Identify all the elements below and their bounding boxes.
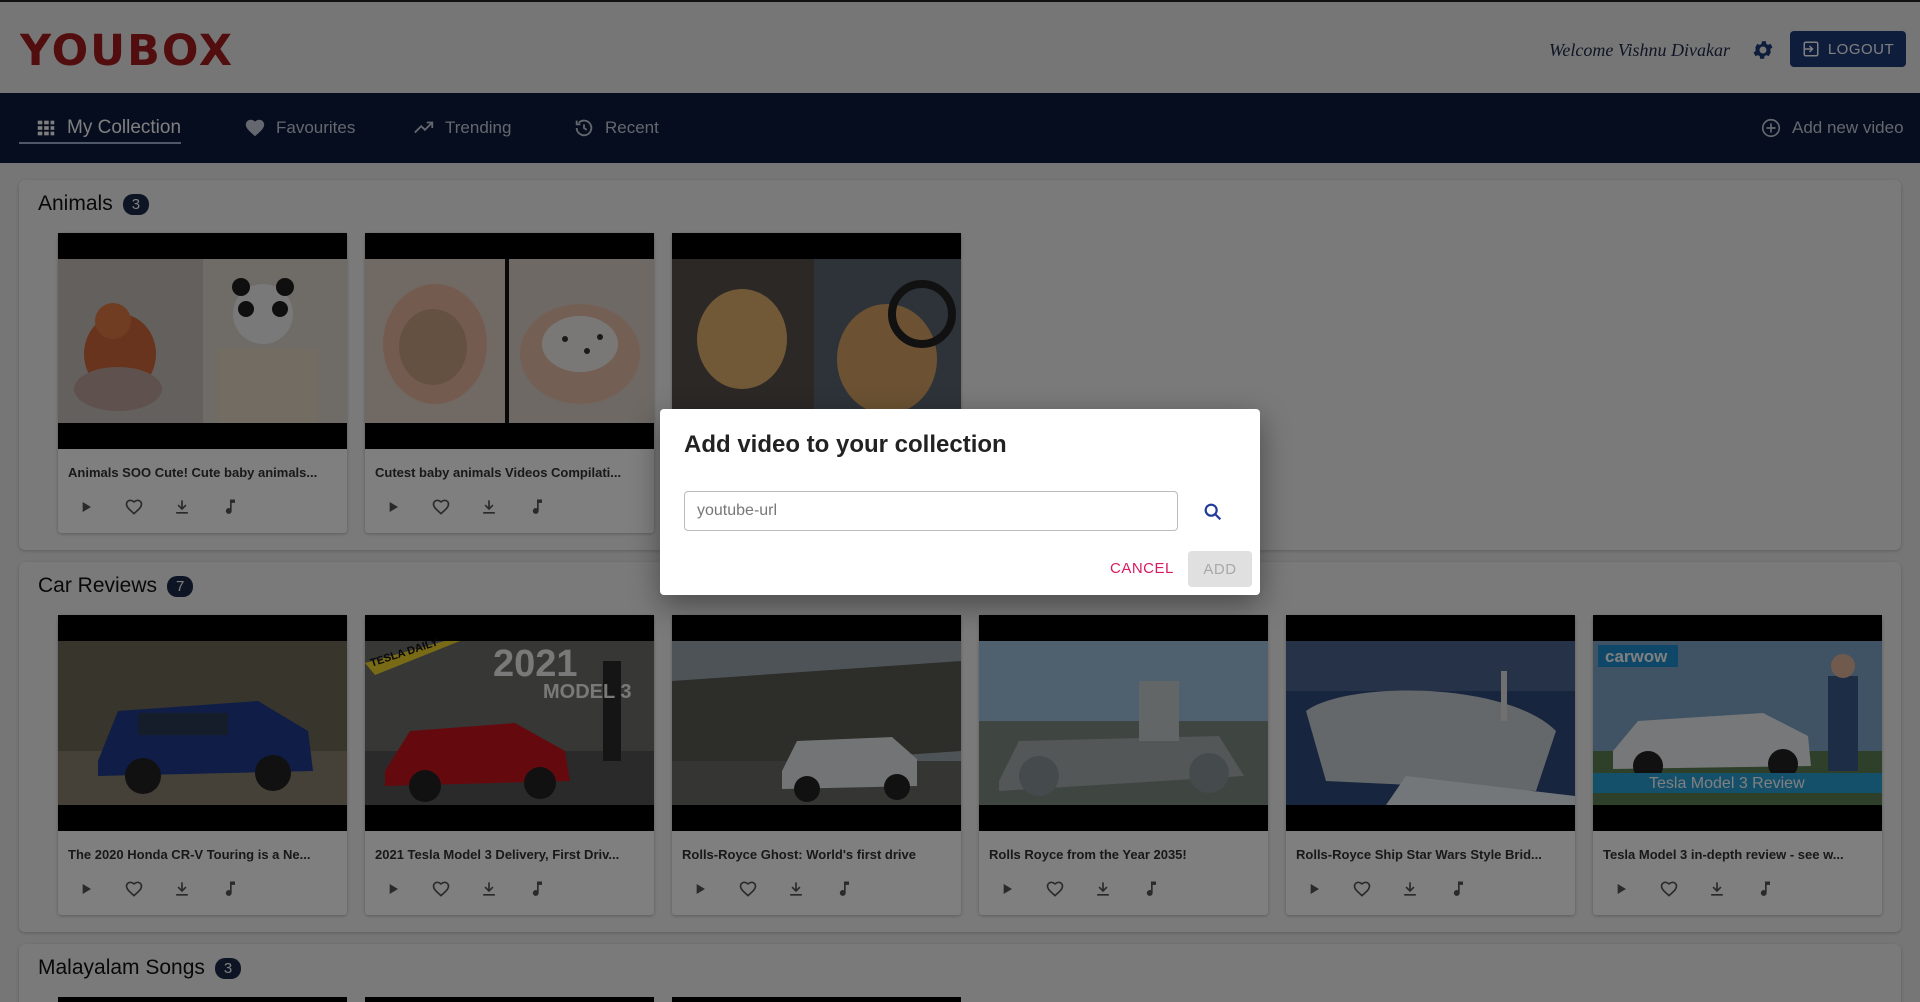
dialog-title: Add video to your collection xyxy=(684,431,1007,458)
add-video-dialog: Add video to your collection CANCEL ADD xyxy=(660,409,1260,595)
search-icon[interactable] xyxy=(1198,497,1228,527)
youtube-url-input[interactable] xyxy=(684,491,1178,531)
add-button[interactable]: ADD xyxy=(1188,551,1252,587)
cancel-button[interactable]: CANCEL xyxy=(1100,551,1184,585)
